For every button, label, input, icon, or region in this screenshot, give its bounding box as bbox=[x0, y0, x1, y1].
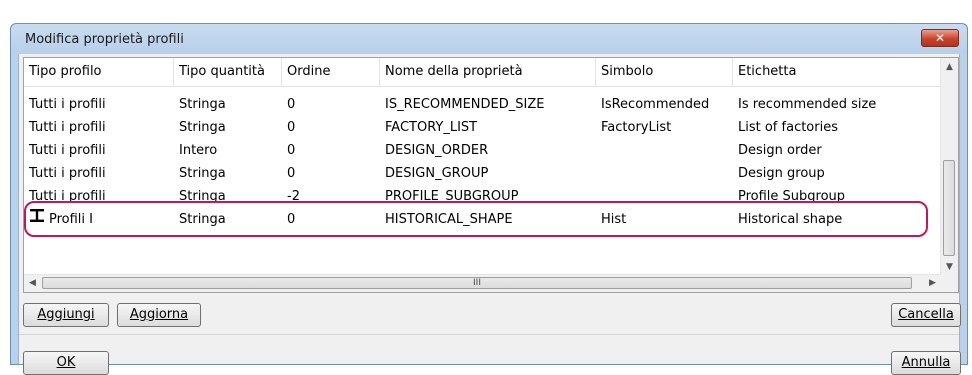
delete-button-label: Cancella bbox=[898, 307, 954, 322]
scroll-left-arrow-icon[interactable]: ◀ bbox=[24, 278, 41, 288]
cell-nome-proprieta: DESIGN_GROUP bbox=[385, 166, 489, 181]
cell-ordine: 0 bbox=[287, 143, 296, 158]
cell-ordine: 0 bbox=[287, 97, 296, 112]
cell-etichetta: Historical shape bbox=[738, 212, 843, 227]
table-row-selected[interactable]: Profili I Stringa 0 HISTORICAL_SHAPE His… bbox=[24, 208, 941, 231]
cell-nome-proprieta: DESIGN_ORDER bbox=[385, 143, 489, 158]
cell-ordine: -2 bbox=[287, 189, 300, 204]
cell-simbolo: FactoryList bbox=[601, 120, 672, 135]
table-row[interactable]: Tutti i profili Intero 0 DESIGN_ORDER De… bbox=[24, 139, 941, 162]
cell-tipo-quantita: Stringa bbox=[179, 97, 226, 112]
cell-ordine: 0 bbox=[287, 166, 296, 181]
cell-etichetta: List of factories bbox=[738, 120, 838, 135]
window-title: Modifica proprietà profili bbox=[25, 32, 184, 47]
cell-tipo-quantita: Stringa bbox=[179, 189, 226, 204]
cancel-button[interactable]: Annulla bbox=[891, 351, 961, 375]
cell-etichetta: Is recommended size bbox=[738, 97, 877, 112]
cell-simbolo bbox=[596, 162, 733, 185]
cell-tipo-profilo: Tutti i profili bbox=[29, 120, 106, 135]
scroll-up-arrow-icon[interactable]: ▲ bbox=[941, 62, 958, 72]
button-separator bbox=[19, 334, 959, 335]
table-row[interactable]: Tutti i profili Stringa 0 FACTORY_LIST F… bbox=[24, 116, 941, 139]
column-header-nome-proprieta[interactable]: Nome della proprietà bbox=[380, 58, 596, 86]
cell-tipo-profilo: Tutti i profili bbox=[29, 166, 106, 181]
add-button[interactable]: Aggiungi bbox=[23, 303, 109, 327]
ok-button[interactable]: OK bbox=[23, 351, 109, 375]
table-row[interactable]: Tutti i profili Stringa 0 DESIGN_GROUP D… bbox=[24, 162, 941, 185]
cell-tipo-profilo-text: Profili I bbox=[49, 212, 94, 227]
cell-simbolo: Hist bbox=[601, 212, 627, 227]
scroll-down-arrow-icon[interactable]: ▼ bbox=[941, 262, 958, 272]
column-header-ordine[interactable]: Ordine bbox=[282, 58, 380, 86]
cell-etichetta: Profile Subgroup bbox=[738, 189, 846, 204]
column-header-tipo-quantita[interactable]: Tipo quantità bbox=[174, 58, 282, 86]
cell-tipo-quantita: Stringa bbox=[179, 166, 226, 181]
cell-nome-proprieta: HISTORICAL_SHAPE bbox=[385, 212, 513, 227]
close-button[interactable]: ✕ bbox=[921, 29, 959, 47]
cell-tipo-profilo: Tutti i profili bbox=[29, 143, 106, 158]
column-header-simbolo[interactable]: Simbolo bbox=[596, 58, 733, 86]
table-row[interactable]: Tutti i profili Stringa -2 PROFILE_SUBGR… bbox=[24, 185, 941, 208]
cell-tipo-quantita: Stringa bbox=[179, 212, 226, 227]
cell-nome-proprieta: IS_RECOMMENDED_SIZE bbox=[385, 97, 545, 112]
delete-button[interactable]: Cancella bbox=[891, 303, 961, 327]
vertical-scroll-thumb[interactable] bbox=[943, 160, 955, 256]
column-header-tipo-profilo[interactable]: Tipo profilo bbox=[24, 58, 174, 86]
cell-simbolo: IsRecommended bbox=[601, 97, 710, 112]
update-button[interactable]: Aggiorna bbox=[117, 303, 201, 327]
cancel-button-label: Annulla bbox=[901, 355, 951, 370]
vertical-scrollbar[interactable]: ▲ ▼ bbox=[940, 58, 958, 292]
scroll-right-arrow-icon[interactable]: ▶ bbox=[924, 278, 941, 288]
horizontal-scrollbar[interactable]: ◀ III ▶ bbox=[24, 274, 941, 292]
horizontal-scroll-thumb[interactable]: III bbox=[42, 277, 912, 289]
cell-simbolo bbox=[596, 139, 733, 162]
cell-ordine: 0 bbox=[287, 120, 296, 135]
cell-etichetta: Design group bbox=[738, 166, 825, 181]
table-header: Tipo profilo Tipo quantità Ordine Nome d… bbox=[24, 58, 941, 87]
cell-nome-proprieta: PROFILE_SUBGROUP bbox=[385, 189, 519, 204]
title-bar[interactable]: Modifica proprietà profili ✕ bbox=[11, 24, 967, 54]
properties-table: Tipo profilo Tipo quantità Ordine Nome d… bbox=[23, 57, 959, 293]
column-header-etichetta[interactable]: Etichetta bbox=[733, 58, 941, 86]
update-button-label: Aggiorna bbox=[129, 307, 189, 322]
add-button-label: Aggiungi bbox=[37, 307, 95, 322]
dialog-window: Modifica proprietà profili ✕ Tipo profil… bbox=[10, 23, 968, 375]
dialog-body: Tipo profilo Tipo quantità Ordine Nome d… bbox=[18, 54, 961, 375]
cell-nome-proprieta: FACTORY_LIST bbox=[385, 120, 478, 135]
cell-tipo-profilo: Profili I bbox=[24, 208, 174, 231]
cell-tipo-profilo: Tutti i profili bbox=[29, 189, 106, 204]
cell-ordine: 0 bbox=[287, 212, 296, 227]
cell-tipo-profilo: Tutti i profili bbox=[29, 97, 106, 112]
table-row[interactable]: Tutti i profili Stringa 0 IS_RECOMMENDED… bbox=[24, 93, 941, 116]
scrollbar-corner bbox=[941, 275, 958, 292]
cell-tipo-quantita: Stringa bbox=[179, 120, 226, 135]
cell-simbolo bbox=[596, 185, 733, 208]
cell-etichetta: Design order bbox=[738, 143, 822, 158]
cell-tipo-quantita: Intero bbox=[179, 143, 218, 158]
ok-button-label: OK bbox=[56, 355, 76, 370]
i-beam-profile-icon bbox=[29, 208, 45, 231]
